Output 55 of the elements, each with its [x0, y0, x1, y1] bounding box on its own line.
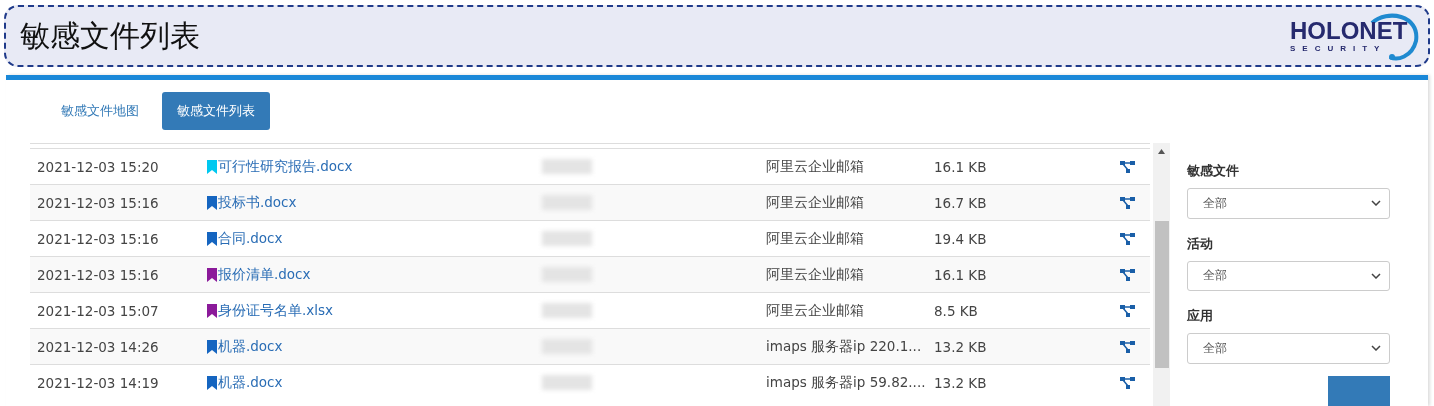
chevron-down-icon [1371, 272, 1381, 279]
time-cell-text: 2021-12-03 15:16 [37, 194, 160, 211]
redacted-mark [542, 159, 592, 174]
time-cell-text: 2021-12-03 15:20 [37, 158, 160, 175]
redacted-mark [542, 303, 592, 318]
app-cell-text: 阿里云企业邮箱 [766, 265, 865, 284]
app-cell-text: imaps 服务器ip 59.82.... [766, 373, 927, 392]
app-cell-text: imaps 服务器ip 220.1... [766, 337, 923, 356]
time-cell-text: 2021-12-03 15:16 [37, 230, 160, 247]
size-cell-text: 8.5 KB [934, 302, 979, 319]
file-link[interactable]: 报价清单.docx [207, 265, 542, 284]
network-icon[interactable] [1120, 196, 1135, 209]
scroll-up-icon[interactable] [1158, 149, 1165, 154]
chevron-down-icon [1371, 345, 1381, 352]
tab[interactable]: 敏感文件列表 [162, 92, 270, 130]
size-cell-text: 16.7 KB [934, 194, 988, 211]
submit-button[interactable] [1328, 375, 1390, 406]
filter-select[interactable]: 全部 [1187, 260, 1390, 291]
redacted-mark [542, 231, 592, 246]
network-icon[interactable] [1120, 376, 1135, 389]
app-cell-text: 阿里云企业邮箱 [766, 157, 865, 176]
tab[interactable]: 敏感文件地图 [46, 92, 154, 130]
filter-label: 敏感文件 [1187, 162, 1240, 180]
filter-select[interactable]: 全部 [1187, 333, 1390, 364]
redacted-mark [542, 375, 592, 390]
file-link[interactable]: 机器.docx [207, 337, 542, 356]
time-cell-text: 2021-12-03 14:26 [37, 338, 160, 355]
size-cell-text: 19.4 KB [934, 230, 988, 247]
file-link[interactable]: 身份证号名单.xlsx [207, 301, 542, 320]
filter-select[interactable]: 全部 [1187, 188, 1390, 219]
app-cell-text: 阿里云企业邮箱 [766, 229, 865, 248]
file-link[interactable]: 合同.docx [207, 229, 542, 248]
time-cell-text: 2021-12-03 15:16 [37, 266, 160, 283]
network-icon[interactable] [1120, 232, 1135, 245]
time-cell-text: 2021-12-03 14:19 [37, 374, 160, 391]
time-cell-text: 2021-12-03 15:07 [37, 302, 160, 319]
filter-label: 应用 [1187, 307, 1214, 325]
network-icon[interactable] [1120, 160, 1135, 173]
size-cell-text: 16.1 KB [934, 266, 988, 283]
app-cell-text: 阿里云企业邮箱 [766, 301, 865, 320]
app-cell-text: 阿里云企业邮箱 [766, 193, 865, 212]
chevron-down-icon [1371, 200, 1381, 207]
network-icon[interactable] [1120, 340, 1135, 353]
logo: HOLONET SECURITY [1290, 11, 1420, 61]
file-link[interactable]: 投标书.docx [207, 193, 542, 212]
size-cell-text: 13.2 KB [934, 374, 988, 391]
size-cell-text: 16.1 KB [934, 158, 988, 175]
network-icon[interactable] [1120, 268, 1135, 281]
file-link[interactable]: 机器.docx [207, 373, 542, 392]
file-link[interactable]: 可行性研究报告.docx [207, 157, 542, 176]
filter-label: 活动 [1187, 234, 1214, 253]
network-icon[interactable] [1120, 304, 1135, 317]
size-cell-text: 13.2 KB [934, 338, 988, 355]
scrollbar[interactable] [1153, 143, 1170, 406]
page-title: 敏感文件列表 [20, 16, 200, 55]
